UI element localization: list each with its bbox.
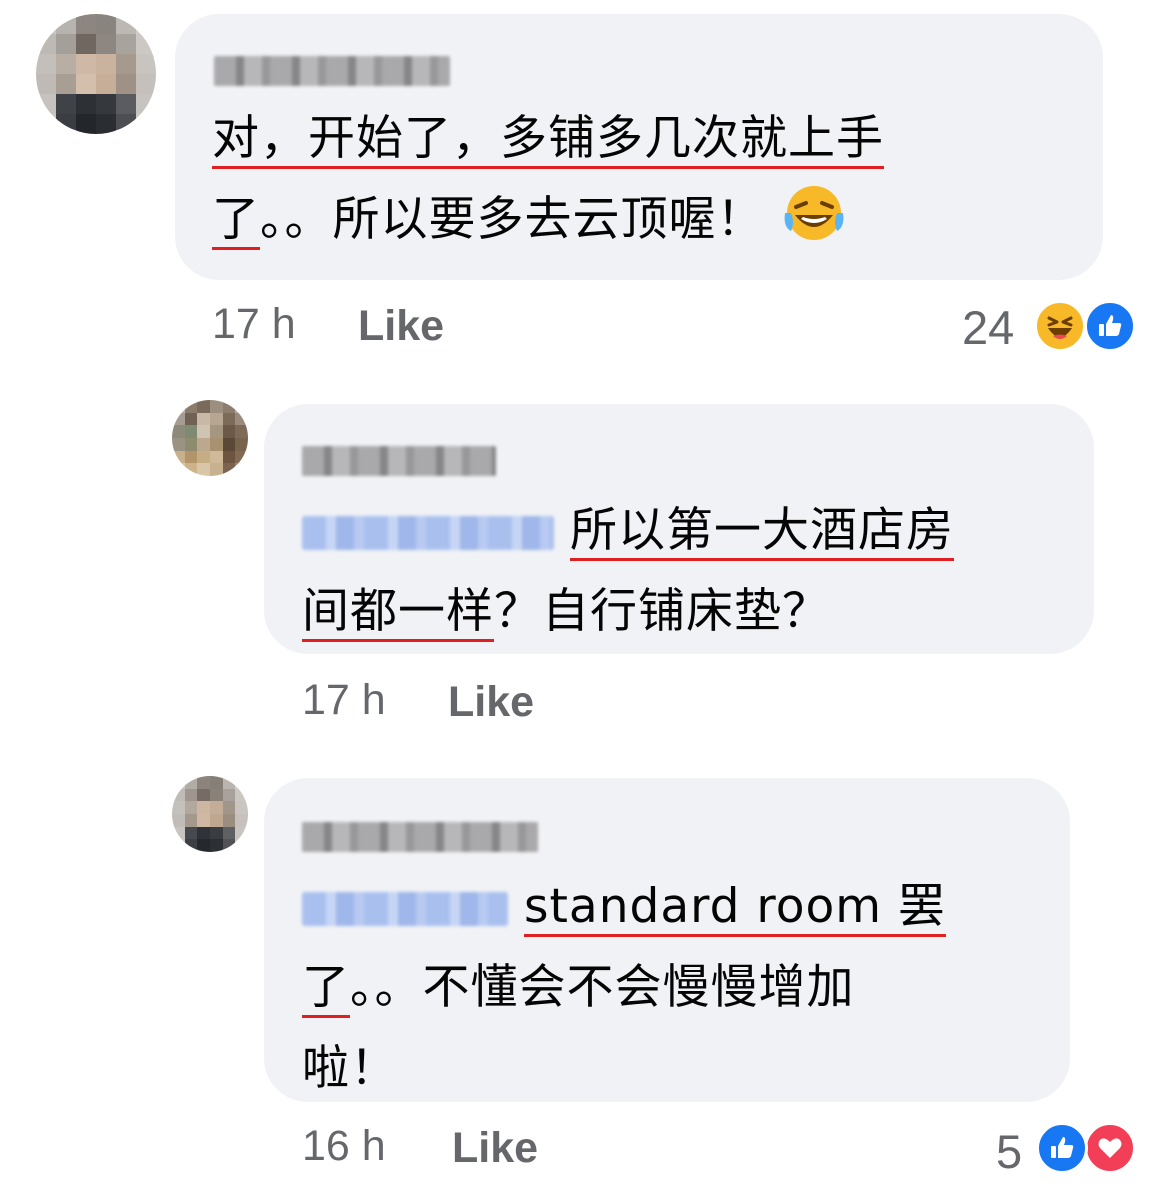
commenter-name-blurred[interactable]	[302, 446, 496, 476]
commenter-name-blurred[interactable]	[214, 56, 450, 86]
laughing-tears-emoji-icon	[781, 183, 847, 268]
comment-text-underlined: 了	[302, 960, 350, 1015]
comment-text-rest: ？自行铺床垫？	[494, 584, 830, 639]
love-icon[interactable]	[1084, 1122, 1136, 1174]
like-button[interactable]: Like	[448, 678, 534, 727]
comment-time[interactable]: 17 h	[302, 676, 386, 725]
comment-text-underlined: 了	[212, 192, 260, 247]
avatar[interactable]	[172, 776, 248, 852]
avatar[interactable]	[36, 14, 156, 134]
comment-text-underlined: 间都一样	[302, 584, 494, 639]
like-button[interactable]: Like	[452, 1124, 538, 1173]
avatar[interactable]	[172, 400, 248, 476]
like-icon[interactable]	[1036, 1122, 1088, 1174]
comment-text-rest: 。。所以要多去云顶喔！	[260, 192, 765, 247]
comment-text-line: 对，开始了，多铺多几次就上手	[212, 111, 884, 166]
reaction-count[interactable]: 24	[962, 300, 1014, 355]
comment-time[interactable]: 17 h	[212, 300, 296, 349]
comment-text: standard room 罢 了。。不懂会不会慢慢增加 啦！	[302, 866, 946, 1109]
haha-icon[interactable]	[1034, 300, 1086, 352]
comment-text-line: 啦！	[302, 1041, 398, 1096]
reaction-count[interactable]: 5	[996, 1124, 1022, 1179]
comment-text-line: 所以第一大酒店房	[570, 503, 954, 558]
like-icon[interactable]	[1084, 300, 1136, 352]
mention-tag-blurred[interactable]	[302, 892, 508, 926]
comment-text-rest: 。。不懂会不会慢慢增加	[350, 960, 855, 1015]
commenter-name-blurred[interactable]	[302, 822, 538, 852]
like-button[interactable]: Like	[358, 302, 444, 351]
comment-text: 所以第一大酒店房 间都一样？自行铺床垫？	[302, 490, 954, 652]
comment-text-line: standard room 罢	[524, 879, 946, 934]
comment-time[interactable]: 16 h	[302, 1122, 386, 1171]
comment-text: 对，开始了，多铺多几次就上手 了。。所以要多去云顶喔！	[212, 98, 884, 268]
mention-tag-blurred[interactable]	[302, 516, 554, 550]
